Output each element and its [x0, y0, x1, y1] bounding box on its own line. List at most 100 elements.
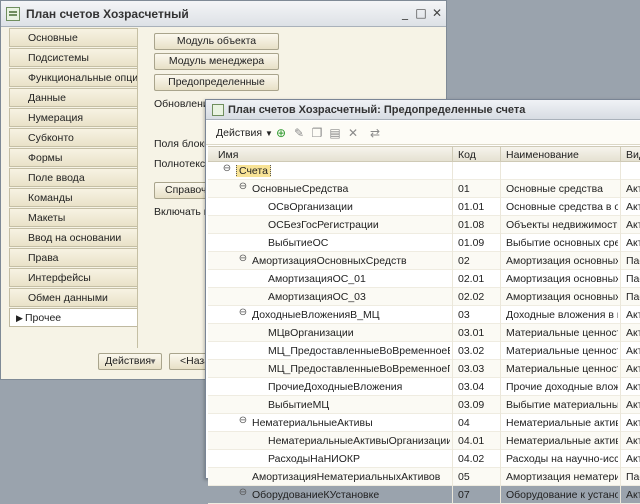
cell-kind: Акти: [626, 345, 640, 357]
cell-kind: Пасс: [626, 291, 640, 303]
table-row[interactable]: ⊖ Счета: [208, 162, 640, 180]
tab-forms[interactable]: Формы: [9, 148, 137, 167]
table-row[interactable]: ВыбытиеМЦ 03.09 Выбытие материальных ... Ак…: [208, 396, 640, 414]
cell-name: АмортизацияОС_03: [268, 291, 366, 303]
cell-name: МЦ_ПредоставленныеВоВременноеПол...: [268, 363, 450, 375]
dropdown-arrow-icon: ▼: [264, 129, 273, 138]
predefined-accounts-window: План счетов Хозрасчетный: Предопределенн…: [205, 99, 640, 504]
move-icon[interactable]: ⇄: [368, 126, 382, 140]
cell-code: 03.03: [458, 363, 485, 375]
table-row[interactable]: ⊖ ОборудованиеКУстановке 07 Оборудование к …: [208, 486, 640, 504]
close-icon[interactable]: ✕: [430, 6, 444, 20]
table-row[interactable]: ОСвОрганизации 01.01 Основные средства в о…: [208, 198, 640, 216]
tab-commands[interactable]: Команды: [9, 188, 137, 207]
cell-description: Прочие доходные вложе...: [506, 381, 618, 393]
copy-icon[interactable]: ❐: [310, 126, 324, 140]
maximize-icon[interactable]: □: [414, 6, 428, 20]
cell-kind: Пасс: [626, 255, 640, 267]
tab-input-on-basis[interactable]: Ввод на основании: [9, 228, 137, 247]
window-titlebar[interactable]: План счетов Хозрасчетный: Предопределенн…: [206, 100, 640, 120]
cell-description: Доходные вложения в м...: [506, 309, 618, 321]
window-title: План счетов Хозрасчетный: [26, 7, 189, 21]
predefined-button[interactable]: Предопределенные: [154, 74, 279, 91]
tab-numbering[interactable]: Нумерация: [9, 108, 137, 127]
tab-label: Данные: [28, 92, 66, 104]
tab-functional-options[interactable]: Функциональные опции: [9, 68, 137, 87]
cell-kind: Пасс: [626, 273, 640, 285]
cell-description: Нематериальные активы: [506, 417, 618, 429]
cell-description: Нематериальные активы: [506, 435, 618, 447]
cell-kind: Акти: [626, 309, 640, 321]
table-row[interactable]: ⊖ АмортизацияОсновныхСредств 02 Амортизация…: [208, 252, 640, 270]
app-icon: [6, 7, 20, 21]
table-row[interactable]: МЦ_ПредоставленныеВоВременноеВлад... 03.0…: [208, 342, 640, 360]
add-icon[interactable]: ⊕: [274, 126, 288, 140]
tab-label: Ввод на основании: [28, 232, 122, 244]
table-row[interactable]: НематериальныеАктивыОрганизации 04.01 Нема…: [208, 432, 640, 450]
object-module-button[interactable]: Модуль объекта: [154, 33, 279, 50]
table-row[interactable]: ПрочиеДоходныеВложения 03.04 Прочие доходн…: [208, 378, 640, 396]
delete-icon[interactable]: ✕: [346, 126, 360, 140]
cell-name: АмортизацияОсновныхСредств: [252, 255, 407, 267]
tab-subsystems[interactable]: Подсистемы: [9, 48, 137, 67]
table-row[interactable]: ⊖ НематериальныеАктивы 04 Нематериальные ак…: [208, 414, 640, 432]
column-desc-header[interactable]: Наименование: [506, 149, 579, 161]
cell-code: 02.01: [458, 273, 485, 285]
cell-code: 03: [458, 309, 470, 321]
tab-rights[interactable]: Права: [9, 248, 137, 267]
cell-code: 01: [458, 183, 470, 195]
tab-main[interactable]: Основные: [9, 28, 137, 47]
tab-label: Команды: [28, 192, 73, 204]
tab-data-exchange[interactable]: Обмен данными: [9, 288, 137, 307]
cell-name: МЦ_ПредоставленныеВоВременноеВлад...: [268, 345, 450, 357]
cell-name: Счета: [236, 165, 450, 177]
tab-interfaces[interactable]: Интерфейсы: [9, 268, 137, 287]
column-code-header[interactable]: Код: [458, 149, 476, 161]
cell-code: 03.01: [458, 327, 485, 339]
footer-actions-button[interactable]: Действия ▼: [98, 353, 162, 370]
table-row[interactable]: ОСБезГосРегистрации 01.08 Объекты недвижим…: [208, 216, 640, 234]
tab-label: Макеты: [28, 212, 66, 224]
table-row[interactable]: РасходыНаНИОКР 04.02 Расходы на научно-исс…: [208, 450, 640, 468]
column-kind-header[interactable]: Вид: [626, 149, 640, 161]
column-name-header[interactable]: Имя: [218, 149, 238, 161]
cell-kind: Акти: [626, 219, 640, 231]
table-row[interactable]: ⊖ ДоходныеВложенияВ_МЦ 03 Доходные вложения…: [208, 306, 640, 324]
collapse-icon[interactable]: ⊖: [222, 164, 232, 174]
table-row[interactable]: ⊖ ОсновныеСредства 01 Основные средства Акти: [208, 180, 640, 198]
tab-templates[interactable]: Макеты: [9, 208, 137, 227]
table-row[interactable]: МЦ_ПредоставленныеВоВременноеПол... 03.03…: [208, 360, 640, 378]
cell-code: 02: [458, 255, 470, 267]
collapse-icon[interactable]: ⊖: [238, 488, 248, 498]
table-row[interactable]: МЦвОрганизации 03.01 Материальные ценности…: [208, 324, 640, 342]
toolbar-actions-menu[interactable]: Действия ▼: [216, 127, 273, 139]
active-tab-arrow-icon: ▶: [16, 313, 23, 323]
collapse-icon[interactable]: ⊖: [238, 308, 248, 318]
cell-kind: Акти: [626, 237, 640, 249]
cell-code: 01.09: [458, 237, 485, 249]
cell-name: МЦвОрганизации: [268, 327, 354, 339]
cell-name: ПрочиеДоходныеВложения: [268, 381, 403, 393]
cell-name: АмортизацияОС_01: [268, 273, 366, 285]
cell-description: Амортизация основных ...: [506, 291, 618, 303]
manager-module-button[interactable]: Модуль менеджера: [154, 53, 279, 70]
collapse-icon[interactable]: ⊖: [238, 182, 248, 192]
table-row[interactable]: АмортизацияОС_01 02.01 Амортизация основны…: [208, 270, 640, 288]
window-titlebar[interactable]: План счетов Хозрасчетный _ □ ✕: [1, 1, 446, 27]
collapse-icon[interactable]: ⊖: [238, 416, 248, 426]
tab-label: Интерфейсы: [28, 272, 91, 284]
tab-input-field[interactable]: Поле ввода: [9, 168, 137, 187]
edit-icon[interactable]: ✎: [292, 126, 306, 140]
add-group-icon[interactable]: ▤: [328, 126, 342, 140]
collapse-icon[interactable]: ⊖: [238, 254, 248, 264]
tab-data[interactable]: Данные: [9, 88, 137, 107]
minimize-icon[interactable]: _: [398, 6, 412, 20]
table-row[interactable]: АмортизацияНематериальныхАктивов 05 Аморти…: [208, 468, 640, 486]
cell-description: Материальные ценности...: [506, 363, 618, 375]
tab-other[interactable]: ▶ Прочее: [9, 308, 137, 327]
table-header: Имя Код Наименование Вид: [208, 146, 640, 163]
table-row[interactable]: АмортизацияОС_03 02.02 Амортизация основны…: [208, 288, 640, 306]
cell-kind: Акти: [626, 381, 640, 393]
tab-subconto[interactable]: Субконто: [9, 128, 137, 147]
table-row[interactable]: ВыбытиеОС 01.09 Выбытие основных сред... Ак…: [208, 234, 640, 252]
